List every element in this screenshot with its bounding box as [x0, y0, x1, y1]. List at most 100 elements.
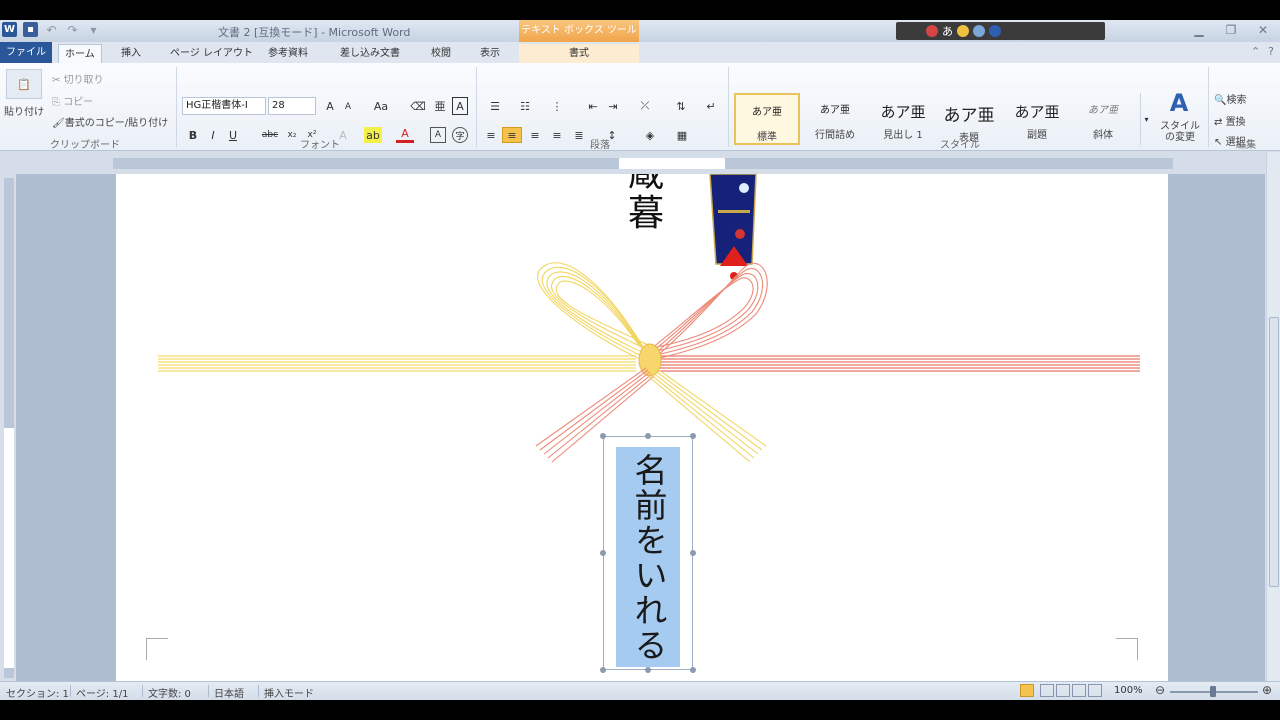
- outline-view-icon[interactable]: [1072, 684, 1086, 697]
- full-screen-view-icon[interactable]: [1040, 684, 1054, 697]
- status-language[interactable]: 日本語: [214, 685, 244, 700]
- zoom-slider-knob[interactable]: [1210, 686, 1216, 697]
- print-layout-view-icon[interactable]: [1020, 684, 1034, 697]
- collapse-ribbon-icon[interactable]: ⌃: [1251, 45, 1260, 58]
- copy-button[interactable]: ⎘ コピー: [52, 93, 93, 108]
- ime-help-icon[interactable]: [989, 25, 1001, 37]
- textbox-text[interactable]: 名前をいれる: [616, 453, 680, 663]
- document-page[interactable]: 蔵 暮 名前をいれる: [116, 174, 1168, 681]
- resize-handle[interactable]: [600, 433, 606, 439]
- change-styles-button[interactable]: スタイルの変更: [1156, 121, 1204, 143]
- styles-gallery-scroll-icon[interactable]: ▾: [1140, 93, 1152, 145]
- ime-hiragana-icon[interactable]: あ: [942, 23, 953, 39]
- save-icon[interactable]: ▪: [23, 22, 38, 37]
- name-textbox[interactable]: 名前をいれる: [600, 433, 696, 673]
- zoom-in-icon[interactable]: ⊕: [1262, 683, 1272, 697]
- word-logo-icon[interactable]: W: [2, 22, 17, 37]
- show-marks-icon[interactable]: ↵: [704, 97, 718, 115]
- shrink-font-icon[interactable]: A: [340, 99, 356, 115]
- tab-insert[interactable]: 挿入: [115, 44, 147, 63]
- increase-indent-icon[interactable]: ⇥: [604, 97, 622, 115]
- resize-handle[interactable]: [690, 433, 696, 439]
- status-page[interactable]: ページ: 1/1: [76, 685, 128, 700]
- zoom-slider[interactable]: [1170, 686, 1258, 697]
- tab-references[interactable]: 参考資料: [262, 44, 314, 63]
- vertical-scrollbar[interactable]: [1266, 152, 1280, 681]
- ime-language-bar[interactable]: あ: [896, 22, 1105, 40]
- paste-icon[interactable]: 📋: [6, 69, 42, 99]
- ime-dict-icon[interactable]: [973, 25, 985, 37]
- grow-font-icon[interactable]: A: [322, 97, 338, 115]
- heading-char-partial[interactable]: 蔵: [628, 174, 664, 194]
- resize-handle[interactable]: [600, 667, 606, 673]
- horizontal-ruler[interactable]: [113, 158, 1173, 169]
- align-bottom-icon[interactable]: ≡: [526, 127, 544, 143]
- heading-char[interactable]: 暮: [628, 194, 664, 234]
- zoom-out-icon[interactable]: ⊖: [1155, 683, 1165, 697]
- asian-layout-icon[interactable]: ⤫: [636, 97, 654, 115]
- scrollbar-thumb[interactable]: [1269, 317, 1279, 587]
- font-size-select[interactable]: 28: [268, 97, 316, 115]
- tab-file[interactable]: ファイル: [0, 42, 52, 63]
- ime-tool-icon[interactable]: [957, 25, 969, 37]
- clear-format-icon[interactable]: ⌫: [410, 97, 426, 115]
- find-button[interactable]: 🔍検索: [1214, 91, 1246, 106]
- format-painter-button[interactable]: 🖌書式のコピー/貼り付け: [52, 114, 168, 129]
- status-section[interactable]: セクション: 1: [6, 685, 69, 700]
- enclose-char-icon[interactable]: 字: [452, 127, 468, 143]
- phonetic-guide-icon[interactable]: 亜: [432, 97, 448, 115]
- minimize-icon[interactable]: ▁: [1190, 21, 1208, 39]
- style-emphasis[interactable]: あア亜 斜体: [1070, 93, 1136, 145]
- zoom-level[interactable]: 100%: [1114, 685, 1143, 696]
- justify-icon[interactable]: ≡: [548, 127, 566, 143]
- restore-icon[interactable]: ❐: [1222, 21, 1240, 39]
- shading-icon[interactable]: ◈: [640, 127, 660, 143]
- bullets-icon[interactable]: ☰: [484, 97, 506, 115]
- tab-page-layout[interactable]: ページ レイアウト: [164, 44, 259, 63]
- redo-icon[interactable]: ↷: [65, 22, 80, 37]
- char-border-icon[interactable]: A: [452, 97, 468, 115]
- resize-handle[interactable]: [600, 550, 606, 556]
- numbering-icon[interactable]: ☷: [514, 97, 536, 115]
- resize-handle[interactable]: [690, 667, 696, 673]
- vertical-ruler[interactable]: [4, 178, 14, 678]
- tab-review[interactable]: 校閲: [425, 44, 457, 63]
- underline-icon[interactable]: U: [226, 127, 240, 143]
- align-center-icon[interactable]: ≡: [502, 127, 522, 143]
- style-no-spacing[interactable]: あア亜 行間詰め: [802, 93, 868, 145]
- tab-view[interactable]: 表示: [474, 44, 506, 63]
- style-heading-1[interactable]: あア亜 見出し 1: [870, 93, 936, 145]
- tab-mailings[interactable]: 差し込み文書: [334, 44, 406, 63]
- ime-mode-icon[interactable]: [926, 25, 938, 37]
- align-top-icon[interactable]: ≡: [482, 127, 500, 143]
- decrease-indent-icon[interactable]: ⇤: [584, 97, 602, 115]
- sort-icon[interactable]: ⇅: [672, 97, 690, 115]
- style-normal[interactable]: あア亜 標準: [734, 93, 800, 145]
- char-shading-icon[interactable]: A: [430, 127, 446, 143]
- help-icon[interactable]: ?: [1268, 45, 1274, 58]
- resize-handle[interactable]: [645, 433, 651, 439]
- multilevel-list-icon[interactable]: ⋮: [546, 97, 568, 115]
- bold-icon[interactable]: B: [186, 127, 200, 143]
- cut-button[interactable]: ✂ 切り取り: [52, 71, 104, 86]
- change-case-icon[interactable]: Aa: [370, 97, 392, 115]
- change-styles-icon[interactable]: A: [1162, 89, 1196, 117]
- font-color-icon[interactable]: A: [396, 127, 414, 143]
- undo-icon[interactable]: ↶: [44, 22, 59, 37]
- status-insert-mode[interactable]: 挿入モード: [264, 685, 314, 700]
- paste-button[interactable]: 貼り付け: [4, 103, 44, 118]
- style-subtitle[interactable]: あア亜 副題: [1004, 93, 1070, 145]
- replace-button[interactable]: ⇄ 置換: [1214, 113, 1246, 128]
- font-name-select[interactable]: HG正楷書体-I: [182, 97, 266, 115]
- tab-home[interactable]: ホーム: [58, 44, 102, 63]
- close-icon[interactable]: ✕: [1254, 21, 1272, 39]
- italic-icon[interactable]: I: [206, 127, 220, 143]
- resize-handle[interactable]: [690, 550, 696, 556]
- tab-format[interactable]: 書式: [519, 44, 639, 63]
- draft-view-icon[interactable]: [1088, 684, 1102, 697]
- resize-handle[interactable]: [645, 667, 651, 673]
- status-word-count[interactable]: 文字数: 0: [148, 685, 191, 700]
- customize-qat-icon[interactable]: ▾: [86, 22, 101, 37]
- borders-icon[interactable]: ▦: [672, 127, 692, 143]
- web-layout-view-icon[interactable]: [1056, 684, 1070, 697]
